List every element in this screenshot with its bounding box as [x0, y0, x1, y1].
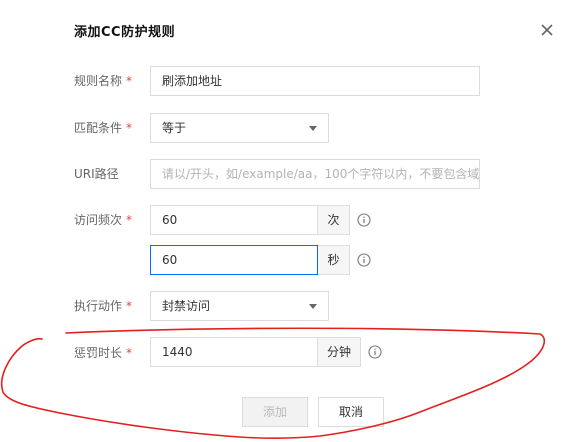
match-condition-label: 匹配条件 *: [74, 121, 133, 135]
penalty-duration-unit: 分钟: [318, 337, 361, 367]
rule-name-input[interactable]: 刷添加地址: [150, 66, 480, 96]
match-condition-select[interactable]: 等于: [150, 113, 329, 143]
action-label: 执行动作 *: [74, 299, 133, 313]
dialog-title: 添加CC防护规则: [74, 25, 176, 40]
rule-name-label: 规则名称 *: [74, 74, 133, 88]
chevron-down-icon: [309, 126, 317, 131]
action-select[interactable]: 封禁访问: [150, 291, 329, 321]
close-icon[interactable]: [538, 21, 556, 39]
info-icon[interactable]: [368, 345, 382, 359]
action-value: 封禁访问: [162, 299, 211, 313]
add-button[interactable]: 添加: [242, 397, 308, 427]
info-icon[interactable]: [357, 253, 371, 267]
penalty-duration-input[interactable]: 1440: [150, 337, 318, 367]
chevron-down-icon: [309, 304, 317, 309]
visit-frequency-label: 访问频次 *: [74, 213, 133, 227]
info-icon[interactable]: [357, 213, 371, 227]
penalty-duration-label: 惩罚时长 *: [74, 346, 133, 360]
visit-seconds-unit: 秒: [318, 245, 350, 275]
visit-count-unit: 次: [318, 205, 350, 235]
visit-count-input[interactable]: 60: [150, 205, 318, 235]
uri-path-label: URI路径: [74, 167, 119, 181]
uri-path-input[interactable]: 请以/开头，如/example/aa，100个字符以内，不要包含域名: [150, 159, 480, 189]
match-condition-value: 等于: [162, 121, 187, 135]
visit-seconds-input[interactable]: 60: [150, 245, 318, 275]
cancel-button[interactable]: 取消: [318, 397, 384, 427]
